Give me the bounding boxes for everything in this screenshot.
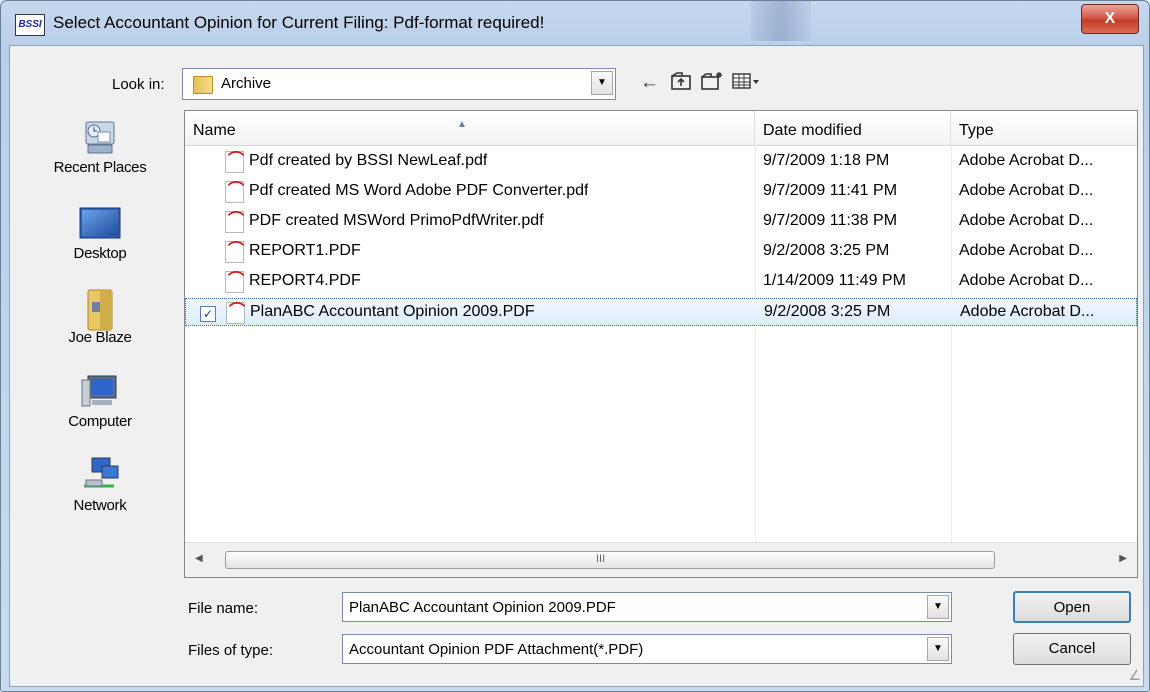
chevron-down-icon[interactable]: ▼ bbox=[591, 71, 613, 95]
file-name: Pdf created MS Word Adobe PDF Converter.… bbox=[249, 182, 589, 199]
place-joe-blaze[interactable]: Joe Blaze bbox=[36, 288, 164, 346]
close-button[interactable]: X bbox=[1081, 4, 1139, 34]
file-type: Adobe Acrobat D... bbox=[960, 303, 1095, 320]
user-folder-icon bbox=[78, 288, 122, 331]
chevron-down-icon[interactable]: ▼ bbox=[927, 637, 949, 661]
place-computer[interactable]: Computer bbox=[36, 372, 164, 430]
file-type-value: Accountant Opinion PDF Attachment(*.PDF) bbox=[349, 641, 644, 658]
file-name: Pdf created by BSSI NewLeaf.pdf bbox=[249, 152, 488, 169]
look-in-dropdown[interactable]: Archive ▼ bbox=[182, 68, 616, 100]
file-type: Adobe Acrobat D... bbox=[959, 212, 1094, 229]
checkmark-icon[interactable]: ✓ bbox=[200, 306, 216, 322]
place-label: Computer bbox=[68, 413, 132, 430]
view-menu-icon[interactable] bbox=[732, 71, 762, 96]
horizontal-scrollbar[interactable]: ◀ III ▶ bbox=[185, 542, 1137, 577]
place-desktop[interactable]: Desktop bbox=[36, 204, 164, 262]
file-name-label: File name: bbox=[188, 600, 259, 617]
network-icon bbox=[78, 456, 122, 494]
scrollbar-grip: III bbox=[596, 553, 606, 565]
file-row[interactable]: REPORT1.PDF 9/2/2008 3:25 PM Adobe Acrob… bbox=[185, 238, 1137, 266]
file-row[interactable]: Pdf created MS Word Adobe PDF Converter.… bbox=[185, 178, 1137, 206]
resize-grip-icon[interactable]: ∠ bbox=[1128, 667, 1141, 684]
file-name: REPORT1.PDF bbox=[249, 242, 361, 259]
computer-icon bbox=[78, 372, 122, 410]
pdf-file-icon bbox=[225, 151, 244, 173]
file-type: Adobe Acrobat D... bbox=[959, 242, 1094, 259]
back-arrow-icon[interactable]: ← bbox=[640, 73, 659, 93]
place-label: Desktop bbox=[73, 245, 127, 262]
column-header-type[interactable]: Type bbox=[951, 111, 1137, 145]
file-type: Adobe Acrobat D... bbox=[959, 182, 1094, 199]
column-header-name[interactable]: Name ▲ bbox=[185, 111, 755, 145]
file-row[interactable]: REPORT4.PDF 1/14/2009 11:49 PM Adobe Acr… bbox=[185, 268, 1137, 296]
file-name-value: PlanABC Accountant Opinion 2009.PDF bbox=[349, 599, 616, 616]
title-bar[interactable]: BSSI Select Accountant Opinion for Curre… bbox=[1, 1, 1149, 45]
dialog-body: Look in: Archive ▼ ← Recent Places Deskt… bbox=[9, 45, 1144, 687]
file-type: Adobe Acrobat D... bbox=[959, 152, 1094, 169]
folder-icon bbox=[193, 76, 213, 94]
place-label: Network bbox=[73, 497, 127, 514]
file-name: PDF created MSWord PrimoPdfWriter.pdf bbox=[249, 212, 544, 229]
column-header-date[interactable]: Date modified bbox=[755, 111, 951, 145]
window-title: Select Accountant Opinion for Current Fi… bbox=[53, 13, 545, 32]
file-name: PlanABC Accountant Opinion 2009.PDF bbox=[250, 303, 535, 320]
cancel-button[interactable]: Cancel bbox=[1013, 633, 1131, 665]
pdf-file-icon bbox=[226, 302, 245, 324]
file-type-dropdown[interactable]: Accountant Opinion PDF Attachment(*.PDF)… bbox=[342, 634, 952, 664]
chevron-down-icon[interactable]: ▼ bbox=[927, 595, 949, 619]
file-row-selected[interactable]: ✓ PlanABC Accountant Opinion 2009.PDF 9/… bbox=[185, 298, 1137, 326]
pdf-file-icon bbox=[225, 271, 244, 293]
place-recent-places[interactable]: Recent Places bbox=[36, 118, 164, 176]
file-list[interactable]: Name ▲ Date modified Type Pdf created by… bbox=[184, 110, 1138, 578]
file-row[interactable]: PDF created MSWord PrimoPdfWriter.pdf 9/… bbox=[185, 208, 1137, 236]
up-one-level-icon[interactable] bbox=[670, 71, 692, 96]
place-label: Joe Blaze bbox=[68, 329, 132, 346]
new-folder-icon[interactable] bbox=[700, 71, 724, 96]
file-name: REPORT4.PDF bbox=[249, 272, 361, 289]
pdf-file-icon bbox=[225, 241, 244, 263]
scroll-right-icon[interactable]: ▶ bbox=[1119, 553, 1127, 564]
file-date: 9/7/2009 11:41 PM bbox=[763, 182, 898, 199]
file-date: 9/7/2009 11:38 PM bbox=[763, 212, 898, 229]
file-row[interactable]: Pdf created by BSSI NewLeaf.pdf 9/7/2009… bbox=[185, 148, 1137, 176]
file-type: Adobe Acrobat D... bbox=[959, 272, 1094, 289]
file-date: 1/14/2009 11:49 PM bbox=[763, 272, 906, 289]
file-date: 9/2/2008 3:25 PM bbox=[764, 303, 891, 320]
pdf-file-icon bbox=[225, 211, 244, 233]
recent-places-icon bbox=[78, 118, 122, 156]
app-logo-icon: BSSI bbox=[15, 14, 45, 36]
place-network[interactable]: Network bbox=[36, 456, 164, 514]
open-button[interactable]: Open bbox=[1013, 591, 1131, 623]
scroll-left-icon[interactable]: ◀ bbox=[195, 553, 203, 564]
file-name-field[interactable]: PlanABC Accountant Opinion 2009.PDF ▼ bbox=[342, 592, 952, 622]
scrollbar-thumb[interactable]: III bbox=[225, 551, 995, 569]
place-label: Recent Places bbox=[53, 159, 147, 176]
titlebar-glass-decoration bbox=[751, 1, 811, 41]
desktop-icon bbox=[78, 204, 122, 242]
file-dialog-window: BSSI Select Accountant Opinion for Curre… bbox=[0, 0, 1150, 692]
pdf-file-icon bbox=[225, 181, 244, 203]
look-in-label: Look in: bbox=[112, 76, 165, 93]
look-in-value: Archive bbox=[221, 75, 272, 92]
file-date: 9/2/2008 3:25 PM bbox=[763, 242, 890, 259]
sort-ascending-icon: ▲ bbox=[457, 119, 467, 130]
file-type-label: Files of type: bbox=[188, 642, 274, 659]
list-header: Name ▲ Date modified Type bbox=[185, 111, 1137, 146]
file-date: 9/7/2009 1:18 PM bbox=[763, 152, 890, 169]
